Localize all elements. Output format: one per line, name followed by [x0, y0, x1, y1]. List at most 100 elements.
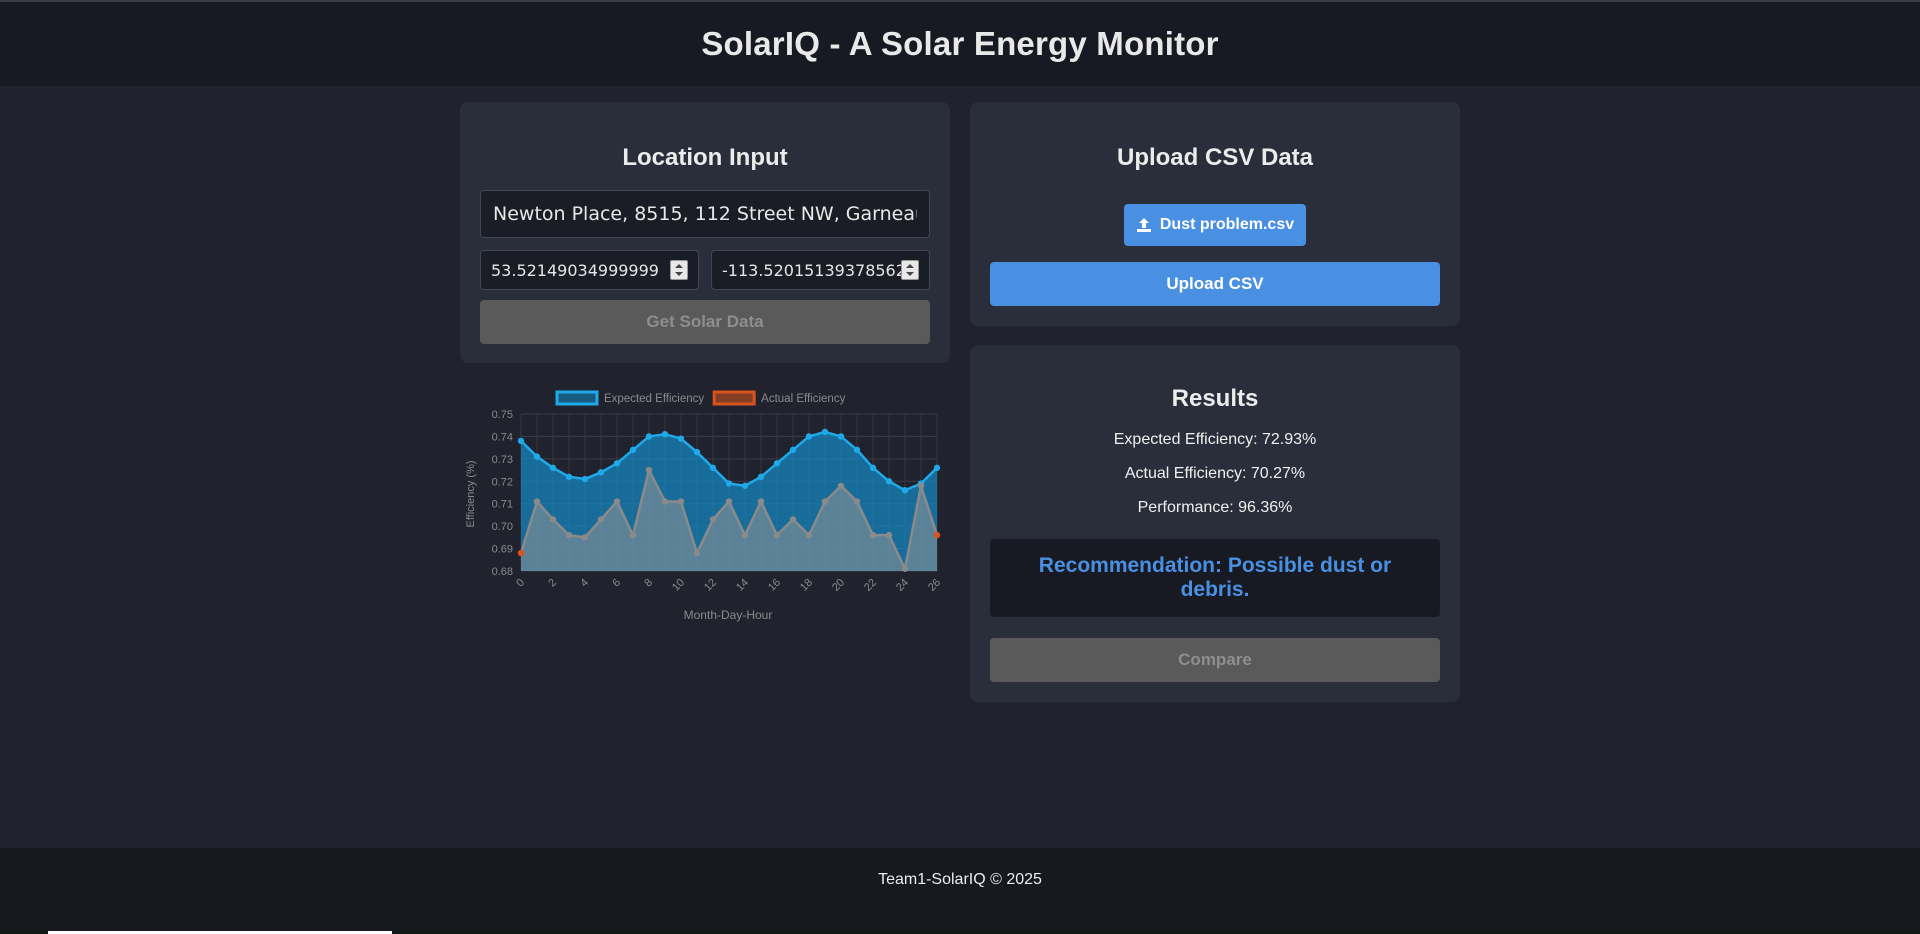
x-tick-label: 26: [926, 577, 943, 594]
upload-icon: [1136, 218, 1151, 232]
data-point: [677, 435, 685, 442]
x-tick-label: 18: [798, 577, 815, 594]
y-tick-label: 0.69: [492, 544, 513, 556]
legend-swatch: [712, 390, 756, 406]
y-tick-label: 0.68: [492, 566, 513, 578]
data-point: [709, 464, 717, 472]
y-tick-label: 0.70: [492, 521, 513, 533]
location-card: Location Input Get Solar Data: [460, 102, 950, 363]
x-tick-label: 0: [514, 577, 527, 590]
data-point: [517, 437, 525, 445]
address-input[interactable]: [480, 190, 930, 238]
data-point: [629, 446, 637, 454]
x-tick-label: 6: [610, 577, 623, 590]
data-point: [853, 498, 861, 505]
legend-swatch: [555, 390, 599, 406]
data-point: [709, 516, 717, 523]
longitude-field[interactable]: [711, 250, 930, 290]
longitude-spinner-icon[interactable]: [901, 260, 919, 280]
x-tick-label: 10: [670, 577, 687, 594]
results-card-title: Results: [1171, 385, 1259, 412]
latitude-field[interactable]: [480, 250, 699, 290]
data-point: [757, 498, 765, 505]
data-point: [901, 487, 909, 494]
data-point: [661, 430, 669, 438]
upload-card: Upload CSV Data Dust problem.csv Upload …: [970, 102, 1460, 326]
data-point: [725, 480, 733, 487]
data-point: [741, 482, 749, 489]
data-point: [645, 466, 653, 474]
data-point: [533, 453, 541, 460]
data-point: [773, 460, 781, 467]
x-tick-label: 20: [830, 577, 847, 594]
footer: Team1-SolarIQ © 2025: [0, 848, 1920, 934]
latitude-spinner-icon[interactable]: [670, 260, 688, 280]
data-point: [565, 531, 573, 539]
compare-button[interactable]: Compare: [990, 638, 1440, 682]
performance-text: Performance: 96.36%: [1137, 499, 1293, 516]
data-point: [933, 531, 941, 539]
data-point: [581, 475, 589, 483]
choose-file-button[interactable]: Dust problem.csv: [1124, 204, 1306, 246]
recommendation-text: Recommendation: Possible dust or debris.: [1038, 554, 1392, 601]
data-point: [645, 433, 653, 440]
x-tick-labels: 0 2 4 6 8 10 12 14 16 18 20 22 24 26: [514, 577, 943, 594]
data-point: [789, 446, 797, 454]
longitude-input[interactable]: [712, 251, 902, 289]
latitude-input[interactable]: [481, 251, 671, 289]
data-point: [661, 498, 669, 505]
y-tick-label: 0.73: [492, 454, 513, 466]
x-tick-label: 14: [734, 577, 751, 594]
x-tick-label: 2: [546, 577, 559, 590]
y-tick-label: 0.72: [492, 476, 513, 488]
data-point: [805, 531, 813, 539]
data-point: [613, 460, 621, 467]
data-point: [677, 498, 685, 505]
data-point: [789, 516, 797, 523]
data-point: [853, 446, 861, 454]
data-point: [597, 469, 605, 476]
data-point: [725, 498, 733, 505]
data-point: [821, 428, 829, 436]
page-title: SolarIQ - A Solar Energy Monitor: [701, 25, 1219, 62]
y-tick-label: 0.74: [492, 431, 513, 443]
actual-efficiency-text: Actual Efficiency: 70.27%: [1124, 465, 1306, 482]
get-solar-data-button[interactable]: Get Solar Data: [480, 300, 930, 344]
data-point: [869, 464, 877, 472]
data-point: [597, 516, 605, 523]
y-tick-label: 0.75: [492, 409, 513, 421]
data-point: [693, 448, 701, 456]
x-tick-label: 22: [862, 577, 879, 594]
legend-label: Actual Efficiency: [761, 393, 845, 405]
data-point: [901, 565, 909, 572]
data-point: [837, 433, 845, 440]
data-point: [517, 549, 525, 557]
y-tick-labels: 0.68 0.69 0.70 0.71 0.72 0.73 0.74 0.75: [492, 409, 513, 578]
data-point: [549, 464, 557, 472]
upload-csv-button[interactable]: Upload CSV: [990, 262, 1440, 306]
upload-card-title: Upload CSV Data: [1116, 144, 1314, 171]
x-tick-label: 8: [642, 577, 655, 590]
footer-text: Team1-SolarIQ © 2025: [878, 871, 1042, 888]
data-point: [805, 433, 813, 440]
data-point: [821, 498, 829, 505]
data-point: [885, 478, 893, 485]
data-point: [869, 531, 877, 539]
expected-efficiency-text: Expected Efficiency: 72.93%: [1113, 431, 1317, 448]
chart-legend: Expected Efficiency Actual Efficiency: [555, 390, 846, 406]
efficiency-chart: 0.680.690.700.710.720.730.740.75 0 2 4 6 8 10…: [465, 390, 943, 622]
data-point: [565, 473, 573, 480]
legend-label: Expected Efficiency: [604, 393, 704, 405]
x-tick-label: 4: [578, 577, 591, 590]
app-header: SolarIQ - A Solar Energy Monitor: [0, 2, 1920, 86]
data-point: [613, 498, 621, 505]
data-point: [533, 498, 541, 505]
x-axis-label: Month-Day-Hour: [684, 608, 773, 622]
x-tick-label: 12: [702, 577, 719, 594]
data-point: [837, 482, 845, 489]
data-point: [917, 482, 925, 489]
data-point: [933, 464, 941, 472]
x-tick-label: 16: [766, 577, 783, 594]
file-name-label: Dust problem.csv: [1159, 216, 1295, 233]
location-card-title: Location Input: [622, 144, 788, 171]
